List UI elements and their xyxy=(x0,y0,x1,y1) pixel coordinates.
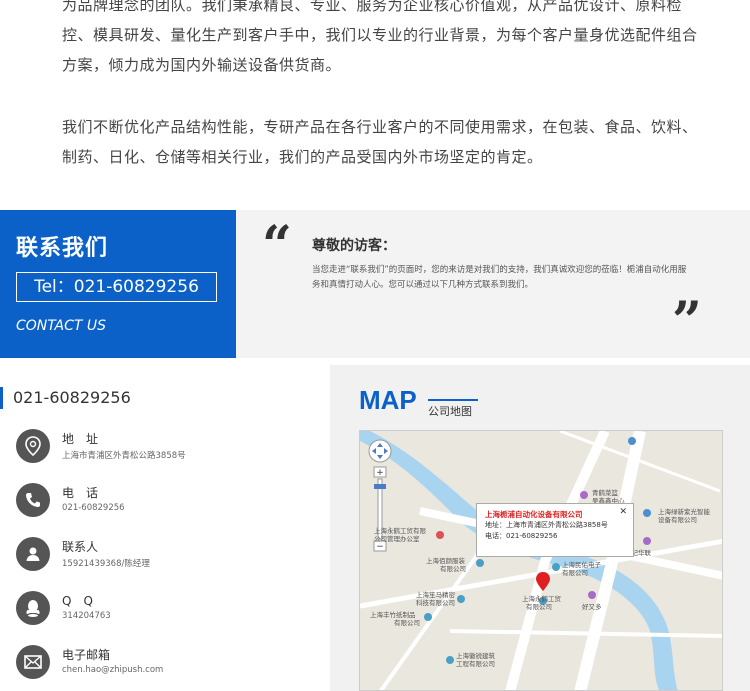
qq-value: 314204763 xyxy=(62,611,111,621)
contact-title: 联系我们 xyxy=(16,236,109,261)
map-label: 有限公司 xyxy=(526,603,552,611)
map-label: 上海徽锐建筑 xyxy=(456,652,495,660)
map-label: 设备有限公司 xyxy=(658,516,697,524)
contact-banner: 联系我们 Tel：021-60829256 CONTACT US “ 尊敬的访客… xyxy=(0,210,750,358)
popup-company-name: 上海栀浦自动化设备有限公司 xyxy=(485,510,583,519)
email-item: 电子邮箱 chen.hao@zhipush.com xyxy=(16,645,316,685)
contact-details-section: 021-60829256 地 址 上海市青浦区外青松公路3858号 电 话 02… xyxy=(0,365,750,691)
map-title: MAP xyxy=(359,385,417,415)
map-label: 上海丰竹纸制品 xyxy=(370,611,416,619)
map-label: 上海永鹤工贸 xyxy=(522,595,561,603)
map-label: 有限公司 xyxy=(440,565,466,573)
map-label: 好又多 xyxy=(582,603,602,611)
main-phone-number: 021-60829256 xyxy=(0,387,131,409)
address-value: 上海市青浦区外青松公路3858号 xyxy=(62,451,186,461)
email-label: 电子邮箱 xyxy=(62,648,111,662)
map-info-popup: 上海栀浦自动化设备有限公司 地址：上海市青浦区外青松公路3858号 电话：021… xyxy=(476,503,634,557)
location-icon xyxy=(16,429,50,463)
map-view[interactable]: + − 青鹤菜篮 吴鑫鑫中心 上海绿新紫光智能 设备有限公司 世纪华联 上海永鹤… xyxy=(359,430,723,691)
popup-address: 地址：上海市青浦区外青松公路3858号 xyxy=(485,521,608,529)
greeting-title: 尊敬的访客： xyxy=(312,238,396,254)
svg-text:−: − xyxy=(376,542,384,552)
person-icon xyxy=(16,537,50,571)
phone-item: 电 话 021-60829256 xyxy=(16,483,316,523)
contact-banner-left: 联系我们 Tel：021-60829256 CONTACT US xyxy=(0,210,236,358)
map-label: 上海民佑电子 xyxy=(562,561,601,569)
contact-person-item: 联系人 15921439368/陈经理 xyxy=(16,537,316,577)
quote-open-icon: “ xyxy=(262,215,292,276)
map-label: 公司管理办公室 xyxy=(374,535,420,543)
contact-tel-box: Tel：021-60829256 xyxy=(16,272,217,302)
map-roads: + − xyxy=(360,431,722,690)
map-label: 上海绿新紫光智能 xyxy=(658,508,710,516)
map-label: 青鹤菜篮 xyxy=(592,489,618,497)
map-label: 有限公司 xyxy=(394,619,420,627)
svg-text:+: + xyxy=(376,468,384,478)
address-item: 地 址 上海市青浦区外青松公路3858号 xyxy=(16,429,316,469)
map-label: 科技有限公司 xyxy=(416,599,455,607)
close-icon[interactable]: ✕ xyxy=(619,507,627,518)
phone-icon xyxy=(16,483,50,517)
email-value[interactable]: chen.hao@zhipush.com xyxy=(62,665,163,675)
intro-paragraph-2: 我们不断优化产品结构性能，专研产品在各行业客户的不同使用需求，在包装、食品、饮料… xyxy=(62,118,698,166)
qq-icon xyxy=(16,591,50,625)
intro-paragraph-1: 为品牌理念的团队。我们秉承精良、专业、服务为企业核心价值观，从产品优设计、原料检… xyxy=(62,0,698,74)
contact-us-label: CONTACT US xyxy=(16,318,107,334)
contact-person-value: 15921439368/陈经理 xyxy=(62,559,150,569)
phone-label: 电 话 xyxy=(62,486,99,500)
map-label: 工程有限公司 xyxy=(456,660,495,668)
qq-item: Q Q 314204763 xyxy=(16,591,316,631)
map-label: 有限公司 xyxy=(562,569,588,577)
map-panel: MAP 公司地图 + − 青鹤菜篮 吴鑫鑫中心 上海绿新紫光智能 设备有限公司 … xyxy=(330,365,750,691)
qq-label: Q Q xyxy=(62,594,93,608)
address-label: 地 址 xyxy=(62,432,99,446)
map-subtitle: 公司地图 xyxy=(428,399,478,419)
map-label: 上海笙马精密 xyxy=(416,591,455,599)
map-label: 上海佰颜服装 xyxy=(426,557,465,565)
mail-icon xyxy=(16,645,50,679)
greeting-body: 当您走进“联系我们”的页面时，您的来访是对我们的支持，我们真诚欢迎您的莅临！栀浦… xyxy=(312,265,687,290)
map-label: 上海永鹤工贸有限 xyxy=(374,527,426,535)
contact-person-label: 联系人 xyxy=(62,540,99,554)
phone-value: 021-60829256 xyxy=(62,503,125,513)
popup-phone: 电话：021-60829256 xyxy=(485,532,558,540)
quote-close-icon: ” xyxy=(672,291,702,352)
